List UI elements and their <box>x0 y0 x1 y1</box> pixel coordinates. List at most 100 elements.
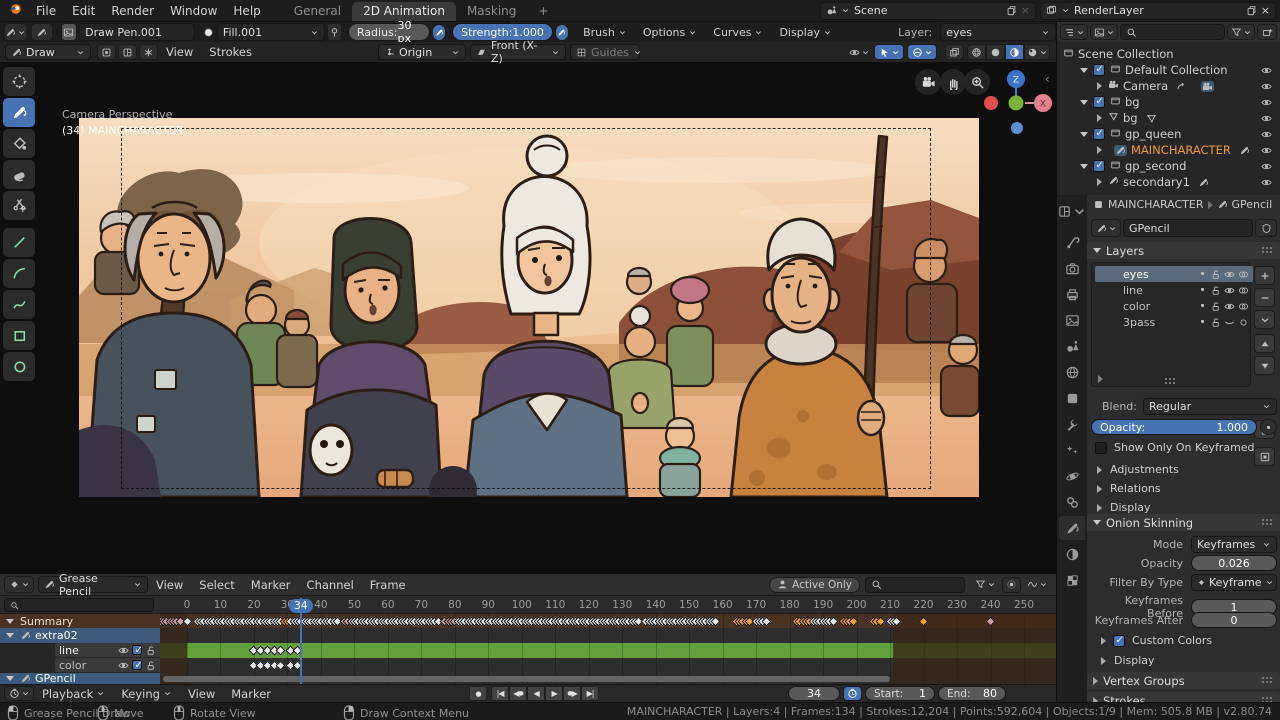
additive-drawing-toggle[interactable] <box>139 44 158 60</box>
disclosure-triangle-icon[interactable] <box>1097 146 1102 154</box>
current-frame-field[interactable]: 34 <box>788 686 840 701</box>
playback-menu-marker[interactable]: Marker <box>223 687 279 701</box>
move-layer-down-button[interactable] <box>1254 356 1275 375</box>
outliner-row-camera[interactable]: Camera <box>1057 78 1280 94</box>
xray-toggle[interactable] <box>945 44 964 60</box>
draw-on-back-toggle[interactable] <box>118 44 137 60</box>
dopesheet-menu-channel[interactable]: Channel <box>299 578 362 592</box>
outliner-row-gp-second[interactable]: gp_second <box>1057 158 1280 174</box>
use-preview-range-toggle[interactable] <box>843 686 862 701</box>
hide-in-viewport-toggle[interactable] <box>1261 129 1272 140</box>
multiframe-toggle[interactable] <box>97 44 116 60</box>
active-only-toggle[interactable]: Active Only <box>769 577 860 593</box>
channel-enable-checkbox[interactable] <box>132 660 142 670</box>
auto-keyframe-button[interactable]: ● <box>469 686 487 701</box>
dope-sheet-ruler[interactable]: 0102030405060708090100110120130140150160… <box>0 596 1056 614</box>
layer-row-3pass[interactable]: 3pass <box>1095 314 1253 330</box>
outliner-row-bg[interactable]: bg <box>1057 110 1280 126</box>
custom-colors-row[interactable]: Custom Colors <box>1101 634 1212 647</box>
collection-checkbox[interactable] <box>1093 96 1105 108</box>
custom-colors-checkbox[interactable] <box>1113 635 1125 647</box>
jump-to-start-button[interactable]: |◀ <box>491 686 509 701</box>
radius-slider[interactable]: Radius:30 px <box>348 23 430 41</box>
start-frame-field[interactable]: Start:1 <box>865 686 935 701</box>
id-name-field[interactable]: GPencil <box>1123 219 1253 237</box>
properties-tab-data[interactable] <box>1059 516 1085 540</box>
properties-tab-scene[interactable] <box>1059 334 1085 358</box>
outliner-row-maincharacter[interactable]: MAINCHARACTER <box>1057 142 1280 158</box>
play-reverse-button[interactable]: ◀ <box>527 686 545 701</box>
hide-in-viewport-toggle[interactable] <box>1261 177 1272 188</box>
disclosure-triangle-icon[interactable] <box>1097 178 1102 186</box>
properties-tab-physics[interactable] <box>1059 464 1085 488</box>
horizontal-scrollbar[interactable] <box>163 676 890 682</box>
viewport-3d[interactable]: DrawViewStrokesOriginFront (X-Z)Guides <box>0 42 1056 574</box>
layer-row-color[interactable]: color <box>1095 298 1253 314</box>
hide-in-viewport-toggle[interactable] <box>1261 97 1272 108</box>
properties-tab-render[interactable] <box>1059 256 1085 280</box>
properties-tab-material[interactable] <box>1059 542 1085 566</box>
popover-display[interactable]: Display <box>771 26 840 39</box>
brush-thumbnail[interactable] <box>61 23 78 41</box>
layer-list-expand-icon[interactable] <box>1098 375 1103 383</box>
dopesheet-editor-type-button[interactable] <box>4 576 34 593</box>
active-tool-icon-button[interactable] <box>31 23 52 41</box>
mask-button[interactable] <box>1254 447 1275 466</box>
remove-layer-button[interactable] <box>1254 288 1275 307</box>
opacity-animate-button[interactable] <box>1260 419 1277 435</box>
disclosure-triangle-icon[interactable] <box>1080 100 1088 105</box>
brush-name-field[interactable]: Draw Pen.001 <box>79 23 195 41</box>
panel-grip[interactable] <box>1261 246 1274 255</box>
layer-list-resize-grip[interactable] <box>1164 377 1177 386</box>
dopesheet-search-input[interactable] <box>865 577 965 593</box>
channel-search-input[interactable] <box>4 598 154 612</box>
dopesheet-menu-frame[interactable]: Frame <box>362 578 414 592</box>
properties-tab-constraints[interactable] <box>1059 490 1085 514</box>
menu-help[interactable]: Help <box>225 4 268 18</box>
play-button[interactable]: ▶ <box>545 686 563 701</box>
channel-enable-checkbox[interactable] <box>132 645 142 655</box>
properties-tab-tool[interactable] <box>1059 230 1085 254</box>
properties-tab-texture[interactable] <box>1059 568 1085 592</box>
channel-color[interactable]: color <box>0 658 160 673</box>
properties-tab-particles[interactable] <box>1059 438 1085 462</box>
playback-menu-playback[interactable]: Playback <box>34 687 113 701</box>
copy-icon[interactable] <box>1006 5 1017 16</box>
dopesheet-filter-dropdown[interactable] <box>970 577 1000 593</box>
disclosure-triangle-icon[interactable] <box>1097 114 1102 122</box>
layer-row-line[interactable]: line <box>1095 282 1253 298</box>
stroke-placement-dropdown[interactable]: Origin <box>378 44 466 60</box>
tool-cutter[interactable] <box>3 191 35 220</box>
view-layer-selector[interactable]: RenderLayer × <box>1040 2 1276 20</box>
pin-icon[interactable] <box>327 23 342 41</box>
mode-dropdown[interactable]: Draw <box>5 44 91 60</box>
tool-line[interactable] <box>3 228 35 257</box>
show-only-keyframed-checkbox[interactable] <box>1095 442 1107 454</box>
tool-circle[interactable] <box>3 352 35 381</box>
tool-fill[interactable] <box>3 129 35 158</box>
new-collection-button[interactable] <box>1257 24 1277 40</box>
popover-curves[interactable]: Curves <box>705 26 771 39</box>
layers-panel-header[interactable]: Layers <box>1087 242 1280 259</box>
collection-checkbox[interactable] <box>1093 160 1105 172</box>
guides-dropdown[interactable]: Guides <box>570 44 640 60</box>
outliner-row-bg[interactable]: bg <box>1057 94 1280 110</box>
shading-material-button[interactable] <box>1005 44 1024 60</box>
current-frame-indicator[interactable]: 34 <box>289 599 313 613</box>
keyframes-after-field[interactable]: 0 <box>1191 612 1277 628</box>
id-type-dropdown[interactable] <box>1091 219 1121 237</box>
viewport-canvas[interactable] <box>79 118 979 497</box>
hide-in-viewport-toggle[interactable] <box>1261 81 1272 92</box>
layer-dropdown[interactable]: eyes <box>940 23 1056 41</box>
properties-tab-view-layer[interactable] <box>1059 308 1085 332</box>
drawing-plane-dropdown[interactable]: Front (X-Z) <box>470 44 566 60</box>
channel-line[interactable]: line <box>0 643 160 658</box>
dopesheet-mode-dropdown[interactable]: Grease Pencil <box>38 576 148 593</box>
subpanel-relations[interactable]: Relations <box>1097 482 1161 495</box>
menu-file[interactable]: File <box>28 4 64 18</box>
properties-tab-object[interactable] <box>1059 386 1085 410</box>
end-frame-field[interactable]: End:80 <box>938 686 1006 701</box>
tool-cursor[interactable] <box>3 67 35 96</box>
jump-to-prev-keyframe-button[interactable]: ◀● <box>509 686 527 701</box>
outliner-display-mode-dropdown[interactable] <box>1060 24 1088 40</box>
